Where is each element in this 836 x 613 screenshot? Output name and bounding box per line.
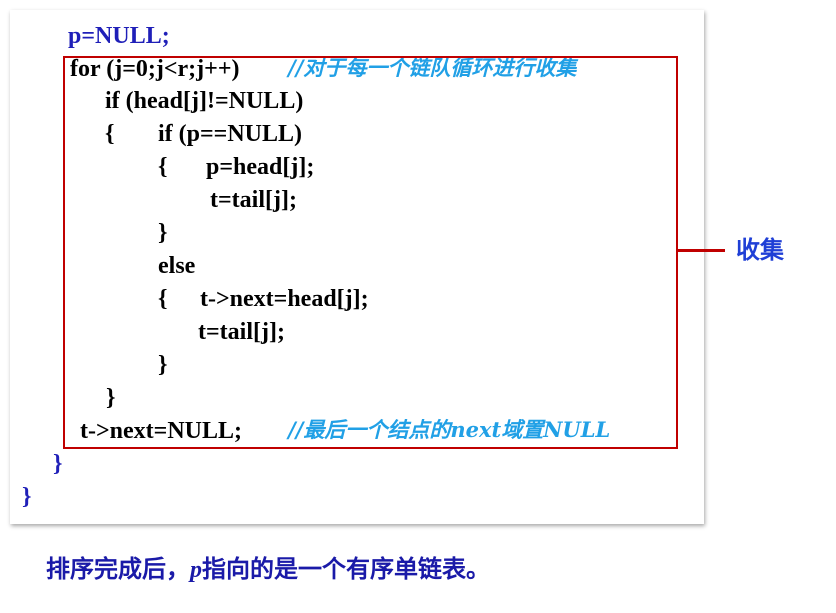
code-line-p-null: p=NULL;	[68, 23, 170, 49]
summary-sentence: 排序完成后，p指向的是一个有序单链表。	[46, 552, 490, 587]
code-brace-close-for: }	[53, 451, 63, 477]
summary-suffix: 指向的是一个有序单链表。	[202, 554, 490, 583]
code-brace-close-func: }	[22, 484, 32, 510]
collect-label: 收集	[736, 236, 784, 264]
summary-variable: p	[190, 557, 202, 583]
collect-highlight-box	[63, 56, 678, 449]
collect-connector-line	[678, 249, 725, 252]
summary-prefix: 排序完成后，	[46, 554, 190, 583]
